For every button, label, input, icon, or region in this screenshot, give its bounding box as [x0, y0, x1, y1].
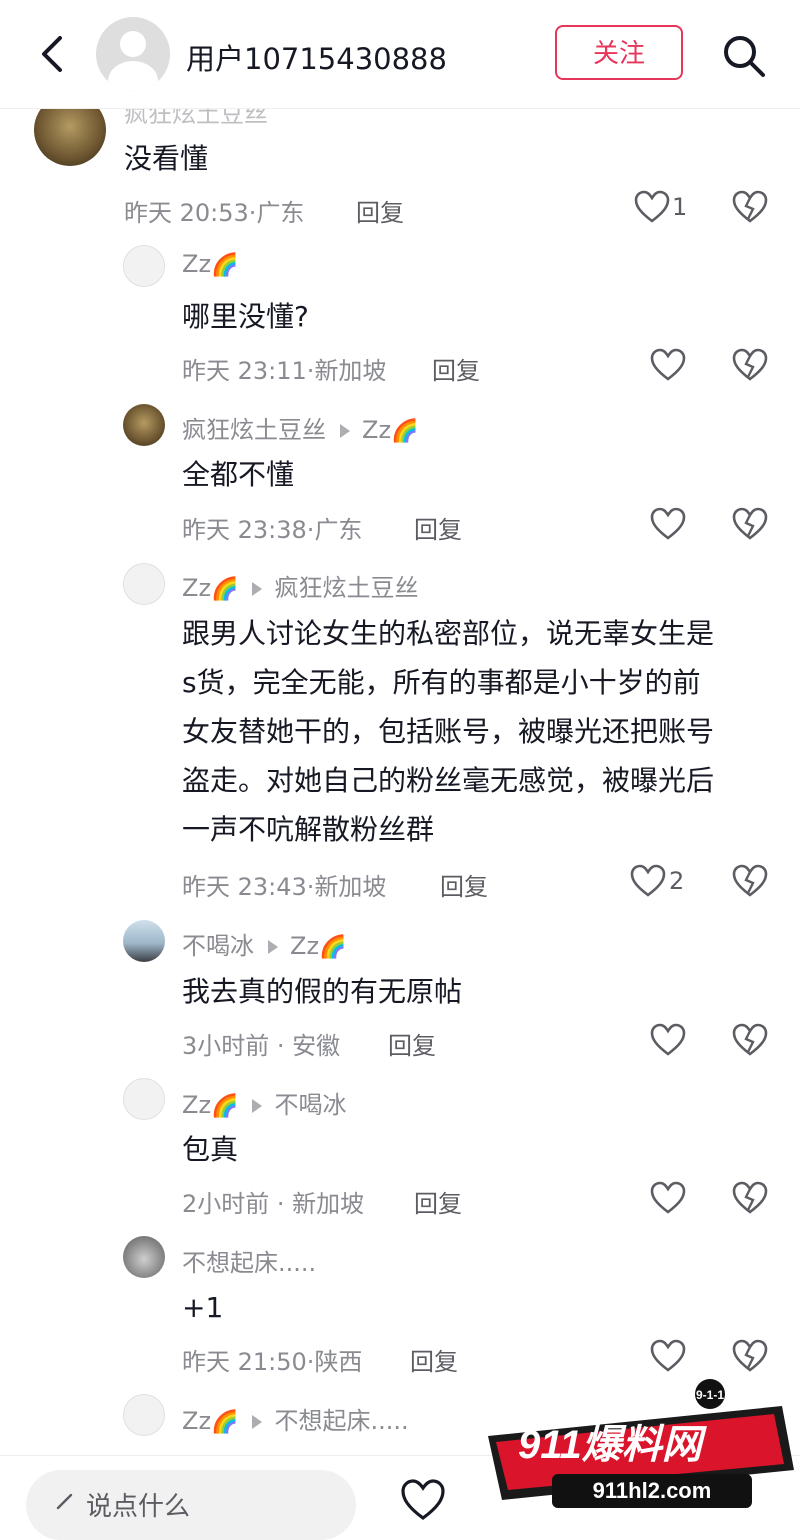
rainbow-emoji: 🌈	[211, 253, 239, 278]
comment-input[interactable]: 说点什么	[26, 1470, 356, 1540]
comment-meta: 昨天 23:43·新加坡	[182, 873, 387, 901]
reply-arrow-icon	[252, 1415, 263, 1429]
rainbow-emoji: 🌈	[319, 935, 347, 960]
reply-button[interactable]: 回复	[432, 351, 480, 386]
follow-button[interactable]: 关注	[555, 25, 683, 80]
comment-text: 没看懂	[124, 142, 209, 175]
comment-text: 包真	[182, 1133, 239, 1166]
comment-input-placeholder: 说点什么	[86, 1492, 191, 1522]
comment-author[interactable]: Zz🌈 不想起床.....	[182, 1401, 409, 1436]
comment-text: 全都不懂	[182, 458, 295, 491]
dislike-icon[interactable]	[732, 507, 768, 541]
like-count: 2	[669, 867, 685, 895]
user-avatar[interactable]	[96, 17, 170, 91]
comment-meta: 昨天 20:53·广东	[124, 199, 305, 227]
rainbow-emoji: 🌈	[211, 1094, 239, 1119]
avatar[interactable]	[123, 563, 165, 605]
page-title: 用户10715430888	[186, 42, 447, 76]
comment-meta: 昨天 23:38·广东	[182, 516, 363, 544]
search-icon[interactable]	[722, 34, 766, 78]
like-icon[interactable]	[630, 864, 666, 898]
like-icon[interactable]	[650, 1339, 686, 1373]
pencil-icon	[56, 1493, 73, 1510]
like-icon[interactable]	[634, 190, 670, 224]
comment-meta: 昨天 21:50·陕西	[182, 1348, 363, 1376]
comment-text: 哪里没懂?	[182, 300, 309, 333]
top-bar: 用户10715430888 关注	[0, 0, 800, 109]
dislike-icon[interactable]	[732, 348, 768, 382]
reply-arrow-icon	[252, 582, 263, 596]
back-icon[interactable]	[36, 34, 70, 74]
dislike-icon[interactable]	[732, 1023, 768, 1057]
rainbow-emoji: 🌈	[211, 1410, 239, 1435]
reply-button[interactable]: 回复	[414, 1184, 462, 1219]
dislike-icon[interactable]	[732, 1339, 768, 1373]
comment-author[interactable]: Zz🌈 疯狂炫土豆丝	[182, 568, 418, 603]
watermark-brand: 911爆料网	[518, 1423, 708, 1467]
comment-text: 跟男人讨论女生的私密部位，说无辜女生是 s货，完全无能，所有的事都是小十岁的前 …	[182, 617, 715, 846]
comment-author[interactable]: 不想起床.....	[182, 1243, 316, 1278]
reply-button[interactable]: 回复	[356, 193, 404, 228]
comment-meta: 2小时前 · 新加坡	[182, 1190, 365, 1218]
comment-author[interactable]: Zz🌈 不喝冰	[182, 1085, 346, 1120]
like-count: 1	[672, 193, 688, 221]
rainbow-emoji: 🌈	[391, 419, 419, 444]
comment-meta: 昨天 23:11·新加坡	[182, 357, 387, 385]
watermark-badge: 9-1-1	[696, 1388, 724, 1402]
avatar[interactable]	[123, 245, 165, 287]
dislike-icon[interactable]	[732, 1181, 768, 1215]
like-icon[interactable]	[650, 348, 686, 382]
comment-text: +1	[182, 1291, 224, 1324]
avatar[interactable]	[123, 1078, 165, 1120]
avatar[interactable]	[123, 404, 165, 446]
reply-arrow-icon	[252, 1099, 263, 1113]
avatar[interactable]	[123, 1394, 165, 1436]
comment-author[interactable]: 疯狂炫土豆丝 Zz🌈	[182, 410, 418, 445]
reply-arrow-icon	[340, 424, 350, 438]
dislike-icon[interactable]	[732, 190, 768, 224]
comment-author[interactable]: Zz🌈	[182, 250, 238, 278]
reply-button[interactable]: 回复	[410, 1342, 458, 1377]
reply-arrow-icon	[268, 940, 278, 954]
avatar[interactable]	[123, 920, 165, 962]
comment-author[interactable]: 不喝冰 Zz🌈	[182, 926, 346, 961]
avatar[interactable]	[123, 1236, 165, 1278]
comment-meta: 3小时前 · 安徽	[182, 1032, 341, 1060]
watermark-url: 911hl2.com	[593, 1478, 712, 1503]
reply-button[interactable]: 回复	[440, 867, 488, 902]
comment-text: 我去真的假的有无原帖	[182, 975, 463, 1008]
like-icon[interactable]	[400, 1478, 446, 1522]
like-icon[interactable]	[650, 1181, 686, 1215]
like-icon[interactable]	[650, 507, 686, 541]
watermark-logo: 9-1-1 911爆料网 911hl2.com	[488, 1379, 794, 1508]
reply-button[interactable]: 回复	[414, 510, 462, 545]
reply-button[interactable]: 回复	[388, 1026, 436, 1061]
like-icon[interactable]	[650, 1023, 686, 1057]
dislike-icon[interactable]	[732, 864, 768, 898]
rainbow-emoji: 🌈	[211, 577, 239, 602]
